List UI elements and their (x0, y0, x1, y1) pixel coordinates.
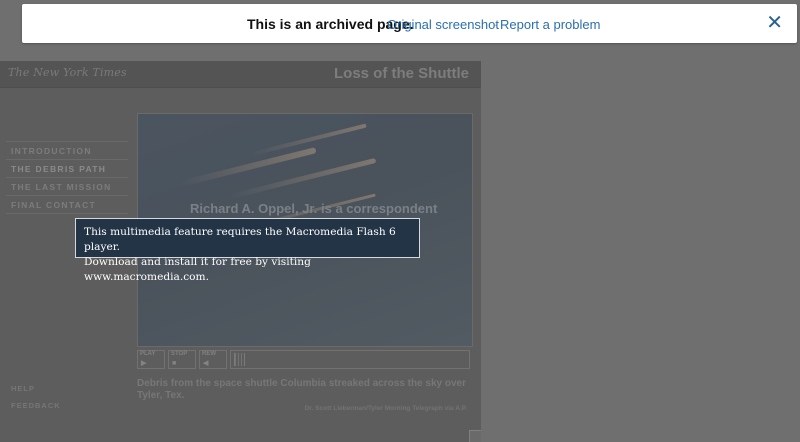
progress-scrubber[interactable] (230, 350, 470, 369)
play-button[interactable]: PLAY ▶ (137, 350, 165, 369)
notice-line-1: This multimedia feature requires the Mac… (84, 226, 396, 253)
play-icon: ▶ (141, 360, 147, 367)
scrubber-handle[interactable] (234, 353, 245, 366)
stop-label: STOP (171, 351, 188, 357)
photo-caption: Debris from the space shuttle Columbia s… (137, 378, 467, 401)
page-header: The New York Times Loss of the Shuttle (0, 61, 481, 88)
resize-grip-icon[interactable] (469, 430, 481, 442)
archive-banner: This is an archived page. Original scree… (22, 4, 797, 43)
photo-credit: Dr. Scott Lieberman/Tyler Morning Telegr… (304, 405, 467, 412)
stop-button[interactable]: STOP ■ (168, 350, 196, 369)
report-problem-link[interactable]: Report a problem (500, 17, 600, 32)
play-label: PLAY (140, 351, 156, 357)
feedback-link[interactable]: FEEDBACK (11, 401, 61, 410)
rewind-label: REW (202, 351, 216, 357)
rewind-icon: ◀ (203, 360, 209, 367)
close-icon[interactable]: ✕ (766, 13, 783, 33)
link-separator: · (494, 17, 499, 32)
nav-item-introduction[interactable]: INTRODUCTION (6, 141, 128, 159)
nav-item-final-contact[interactable]: FINAL CONTACT (6, 195, 128, 214)
media-controls: PLAY ▶ STOP ■ REW ◀ (137, 350, 471, 371)
flash-required-notice: This multimedia feature requires the Mac… (75, 218, 420, 283)
page-title: Loss of the Shuttle (334, 65, 469, 82)
stop-icon: ■ (172, 360, 177, 367)
original-screenshot-link[interactable]: Original screenshot (387, 17, 499, 32)
section-nav: INTRODUCTION THE DEBRIS PATH THE LAST MI… (6, 141, 128, 214)
help-link[interactable]: HELP (11, 384, 35, 393)
nav-item-debris-path[interactable]: THE DEBRIS PATH (6, 159, 128, 177)
nyt-logo[interactable]: The New York Times (8, 66, 127, 79)
rewind-button[interactable]: REW ◀ (199, 350, 227, 369)
nav-item-last-mission[interactable]: THE LAST MISSION (6, 177, 128, 195)
notice-line-2[interactable]: Download and install it for free by visi… (84, 255, 419, 285)
stage-caption: Richard A. Oppel, Jr. is a correspondent (190, 201, 438, 216)
